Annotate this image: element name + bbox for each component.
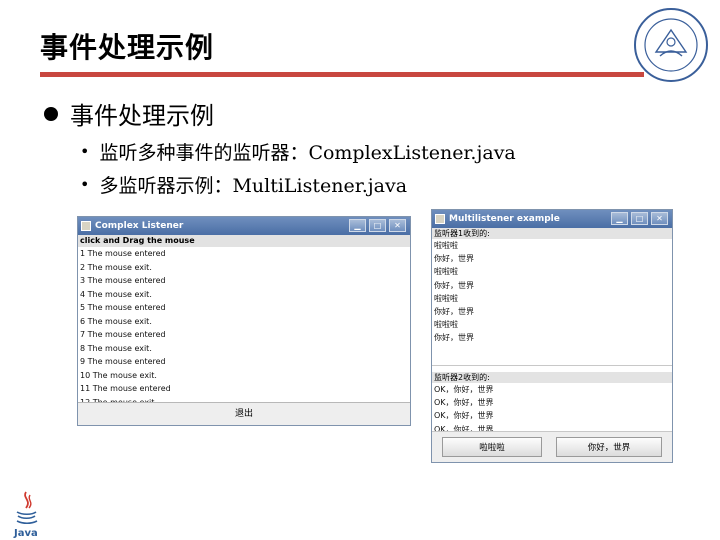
java-logo-icon: Java: [13, 491, 38, 538]
sub-bullet-2-text: 多监听器示例：MultiListener.java: [99, 175, 408, 197]
list-item: 3 The mouse entered: [80, 276, 166, 285]
list-item: 2 The mouse exit.: [80, 262, 152, 272]
complex-listener-window: Complex Listener ▁ □ ✕ click and Drag th…: [77, 216, 411, 426]
list-item: 5 The mouse entered: [80, 303, 166, 312]
exit-button[interactable]: 退出: [78, 402, 410, 425]
list-item: 啦啦啦: [434, 267, 458, 277]
lalala-button[interactable]: 啦啦啦: [442, 437, 542, 457]
list-item: 你好，世界: [434, 333, 474, 343]
list-item: 10 The mouse exit.: [80, 370, 157, 380]
main-bullet-text: 事件处理示例: [70, 102, 214, 130]
maximize-button[interactable]: □: [631, 212, 648, 225]
window1-instruction-label: click and Drag the mouse: [78, 235, 410, 247]
sub-bullet-1-text: 监听多种事件的监听器：ComplexListener.java: [99, 142, 516, 164]
list-item: OK，你好，世界: [434, 411, 494, 421]
sub-bullet-2: • 多监听器示例：MultiListener.java: [80, 171, 407, 198]
listener2-text-area[interactable]: 监听器2收到的: OK，你好，世界 OK，你好，世界 OK，你好，世界 OK，你…: [432, 372, 672, 436]
listener1-text-area[interactable]: 监听器1收到的: 啦啦啦 你好，世界 啦啦啦 你好，世界 啦啦啦 你好，世界 啦…: [432, 228, 672, 366]
list-item: 6 The mouse exit.: [80, 316, 152, 326]
list-item: 4 The mouse exit.: [80, 289, 152, 299]
list-item: 你好，世界: [434, 306, 474, 316]
window1-titlebar[interactable]: Complex Listener ▁ □ ✕: [78, 217, 410, 235]
window2-button-bar: 啦啦啦 你好，世界: [432, 431, 672, 462]
list-item: 9 The mouse entered: [80, 357, 166, 366]
list-item: OK，你好，世界: [434, 398, 494, 408]
sub-bullet-1: • 监听多种事件的监听器：ComplexListener.java: [80, 138, 516, 165]
list-item: OK，你好，世界: [434, 385, 494, 394]
list-item: 你好，世界: [434, 280, 474, 290]
bullet-dot-icon: [44, 106, 58, 121]
multilistener-window: Multilistener example ▁ □ ✕ 监听器1收到的: 啦啦啦…: [431, 209, 673, 463]
list-item: 啦啦啦: [434, 320, 458, 330]
svg-text:Java: Java: [13, 528, 38, 538]
university-logo: [634, 8, 708, 82]
list-item: 啦啦啦: [434, 293, 458, 303]
window2-title: Multilistener example: [449, 214, 560, 224]
window1-title: Complex Listener: [95, 221, 184, 231]
window2-titlebar[interactable]: Multilistener example ▁ □ ✕: [432, 210, 672, 228]
java-window-icon: [435, 214, 445, 224]
listener2-label: 监听器2收到的:: [432, 372, 672, 383]
close-button[interactable]: ✕: [389, 219, 406, 232]
sub-bullet-1-marker: •: [80, 142, 90, 161]
list-item: 7 The mouse entered: [80, 330, 166, 339]
listener1-label: 监听器1收到的:: [432, 228, 672, 239]
slide-title: 事件处理示例: [40, 31, 215, 64]
close-button[interactable]: ✕: [651, 212, 668, 225]
sub-bullet-2-marker: •: [80, 175, 90, 194]
title-divider: [40, 72, 644, 77]
main-bullet: 事件处理示例: [44, 96, 214, 131]
minimize-button[interactable]: ▁: [349, 219, 366, 232]
minimize-button[interactable]: ▁: [611, 212, 628, 225]
list-item: 8 The mouse exit.: [80, 343, 152, 353]
hello-world-button[interactable]: 你好，世界: [556, 437, 662, 457]
list-item: 你好，世界: [434, 254, 474, 264]
maximize-button[interactable]: □: [369, 219, 386, 232]
list-item: 啦啦啦: [434, 241, 458, 250]
java-window-icon: [81, 221, 91, 231]
event-log-list[interactable]: 1 The mouse entered 2 The mouse exit. 3 …: [78, 247, 410, 409]
list-item: 11 The mouse entered: [80, 384, 171, 393]
list-item: 1 The mouse entered: [80, 249, 166, 258]
